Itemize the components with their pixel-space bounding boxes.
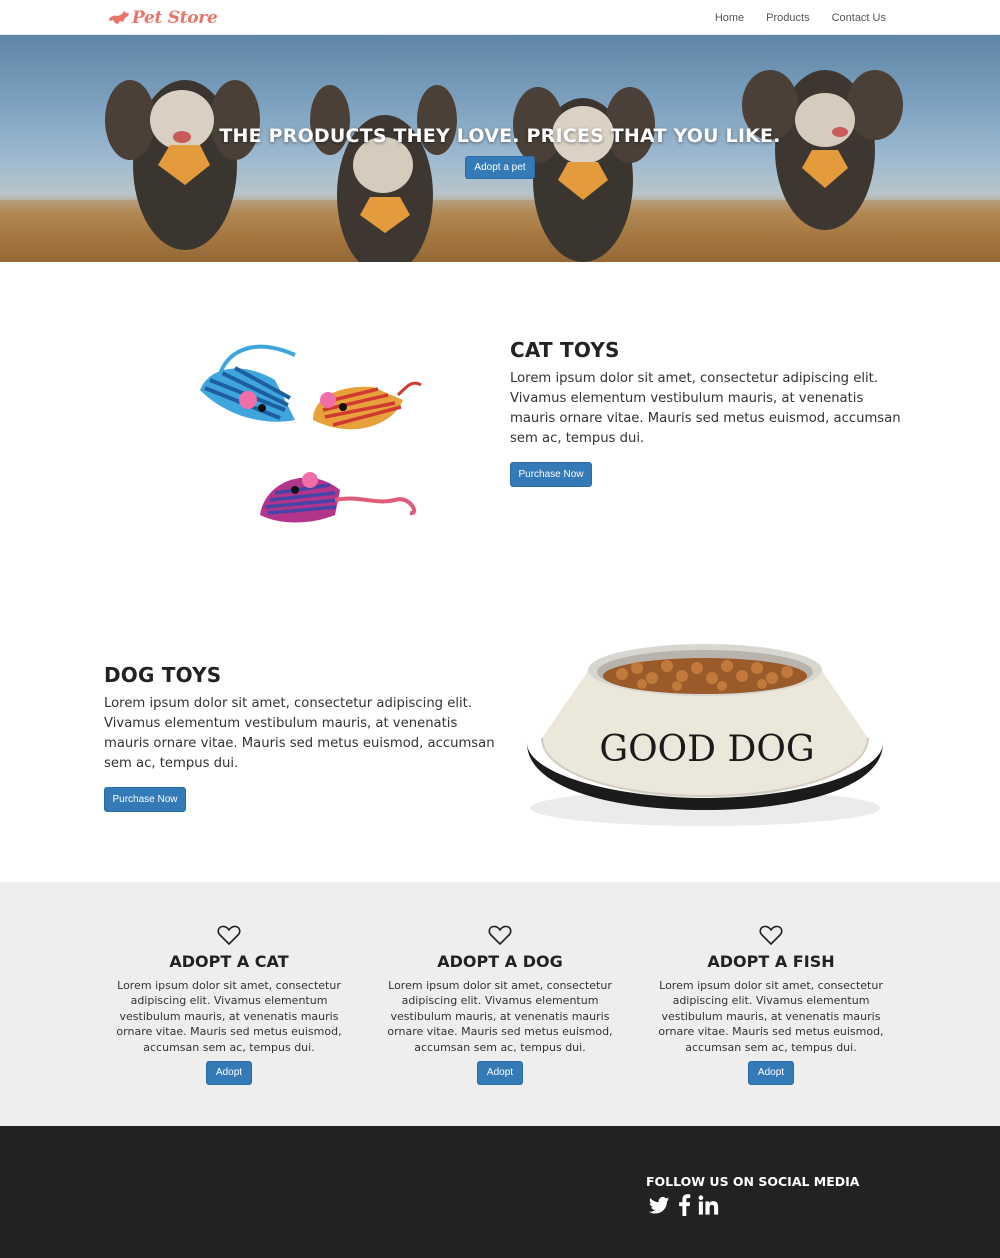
cat-toys-title: CAT TOYS bbox=[510, 338, 620, 362]
bowl-label-text: GOOD DOG bbox=[599, 729, 814, 770]
adopt-cat-title: ADOPT A CAT bbox=[169, 952, 289, 971]
adopt-a-pet-button[interactable]: Adopt a pet bbox=[465, 156, 535, 179]
hero-title: THE PRODUCTS THEY LOVE. PRICES THAT YOU … bbox=[219, 125, 781, 147]
brand-name: Pet Store bbox=[132, 8, 218, 28]
nav-contact-link[interactable]: Contact Us bbox=[832, 12, 886, 24]
adopt-fish-button[interactable]: Adopt bbox=[748, 1061, 794, 1085]
nav-menu: Home Products Contact Us bbox=[693, 0, 886, 35]
dog-toys-purchase-button[interactable]: Purchase Now bbox=[104, 787, 186, 812]
heart-icon bbox=[488, 925, 512, 945]
footer: FOLLOW US ON SOCIAL MEDIA bbox=[0, 1126, 1000, 1258]
dog-toys-title: DOG TOYS bbox=[104, 663, 222, 687]
cat-toys-description: Lorem ipsum dolor sit amet, consectetur … bbox=[510, 371, 901, 446]
hero-banner: THE PRODUCTS THEY LOVE. PRICES THAT YOU … bbox=[0, 35, 1000, 262]
paw-dog-logo-icon bbox=[109, 11, 129, 24]
adopt-dog-title: ADOPT A DOG bbox=[437, 952, 563, 971]
dog-bowl-image: GOOD DOG bbox=[527, 644, 883, 826]
cat-toys-purchase-button[interactable]: Purchase Now bbox=[510, 462, 592, 487]
heart-icon bbox=[217, 925, 241, 945]
facebook-icon[interactable] bbox=[676, 1194, 692, 1216]
adopt-dog-button[interactable]: Adopt bbox=[477, 1061, 523, 1085]
nav-products-link[interactable]: Products bbox=[766, 12, 809, 24]
adopt-cat-description: Lorem ipsum dolor sit amet, consectetur … bbox=[116, 979, 342, 1054]
adopt-fish-description: Lorem ipsum dolor sit amet, consectetur … bbox=[658, 979, 884, 1054]
cat-toys-image bbox=[200, 344, 422, 523]
linkedin-icon[interactable] bbox=[698, 1194, 719, 1216]
twitter-icon[interactable] bbox=[648, 1194, 670, 1216]
footer-social-heading: FOLLOW US ON SOCIAL MEDIA bbox=[646, 1174, 860, 1189]
adopt-dog-description: Lorem ipsum dolor sit amet, consectetur … bbox=[387, 979, 613, 1054]
nav-home-link[interactable]: Home bbox=[715, 12, 744, 24]
running-dogs-image bbox=[0, 70, 1000, 262]
adopt-cat-button[interactable]: Adopt bbox=[206, 1061, 252, 1085]
adopt-section: ADOPT A CAT Lorem ipsum dolor sit amet, … bbox=[0, 882, 1000, 1126]
dog-toys-description: Lorem ipsum dolor sit amet, consectetur … bbox=[104, 696, 495, 771]
brand-logo-link[interactable]: Pet Store bbox=[107, 6, 218, 30]
navbar: Pet Store Home Products Contact Us bbox=[0, 0, 1000, 35]
heart-icon bbox=[759, 925, 783, 945]
adopt-fish-title: ADOPT A FISH bbox=[707, 952, 835, 971]
